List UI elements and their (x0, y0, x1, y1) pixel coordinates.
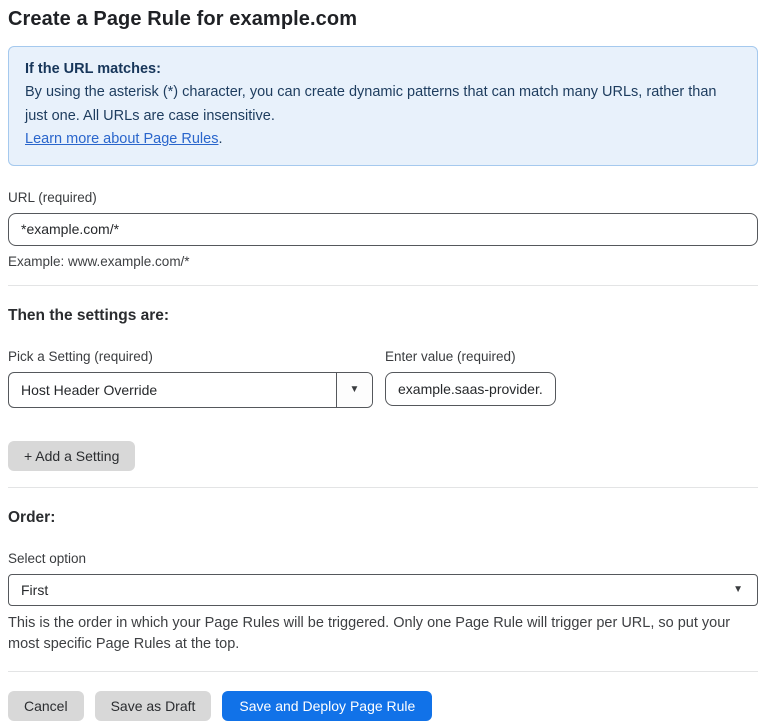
page-title: Create a Page Rule for example.com (8, 8, 358, 30)
setting-value-input[interactable] (385, 371, 556, 406)
create-page-rule-panel: Create a Page Rule for example.com If th… (0, 0, 772, 721)
settings-section-heading: Then the settings are: (8, 306, 170, 324)
info-box-body: By using the asterisk (*) character, you… (25, 84, 717, 124)
url-match-info-box: If the URL matches: By using the asteris… (8, 46, 758, 166)
url-example-help: Example: www.example.com/* (8, 253, 190, 269)
url-input[interactable] (8, 212, 758, 246)
save-and-deploy-button[interactable]: Save and Deploy Page Rule (222, 690, 433, 721)
learn-more-link[interactable]: Learn more about Page Rules (25, 131, 218, 147)
pick-setting-column: Pick a Setting (required) Host Header Ov… (8, 325, 373, 408)
order-selected-value: First (21, 581, 49, 598)
divider (8, 284, 758, 286)
cancel-button[interactable]: Cancel (8, 690, 84, 721)
enter-value-label: Enter value (required) (385, 348, 516, 364)
footer-actions: Cancel Save as Draft Save and Deploy Pag… (8, 690, 758, 721)
settings-row: Pick a Setting (required) Host Header Ov… (8, 325, 758, 408)
add-setting-button[interactable]: + Add a Setting (8, 440, 136, 471)
chevron-down-icon: ▼ (349, 383, 360, 395)
order-select[interactable]: First ▼ (8, 573, 758, 606)
info-box-link-line: Learn more about Page Rules. (25, 128, 741, 151)
pick-setting-label: Pick a Setting (required) (8, 348, 153, 364)
info-box-heading: If the URL matches: (25, 61, 161, 77)
enter-value-column: Enter value (required) (385, 334, 556, 406)
link-suffix: . (218, 131, 223, 148)
order-select-label: Select option (8, 550, 87, 566)
divider (8, 670, 758, 672)
pick-setting-dropdown[interactable]: Host Header Override ▼ (8, 371, 373, 408)
pick-setting-selected-value: Host Header Override (21, 381, 158, 398)
order-help-text: This is the order in which your Page Rul… (8, 614, 731, 652)
chevron-down-icon: ▼ (733, 583, 743, 595)
url-field-label: URL (required) (8, 189, 97, 205)
order-section-heading: Order: (8, 508, 56, 526)
save-as-draft-button[interactable]: Save as Draft (94, 690, 212, 721)
divider (8, 486, 758, 488)
dropdown-arrow-button[interactable]: ▼ (336, 372, 372, 407)
